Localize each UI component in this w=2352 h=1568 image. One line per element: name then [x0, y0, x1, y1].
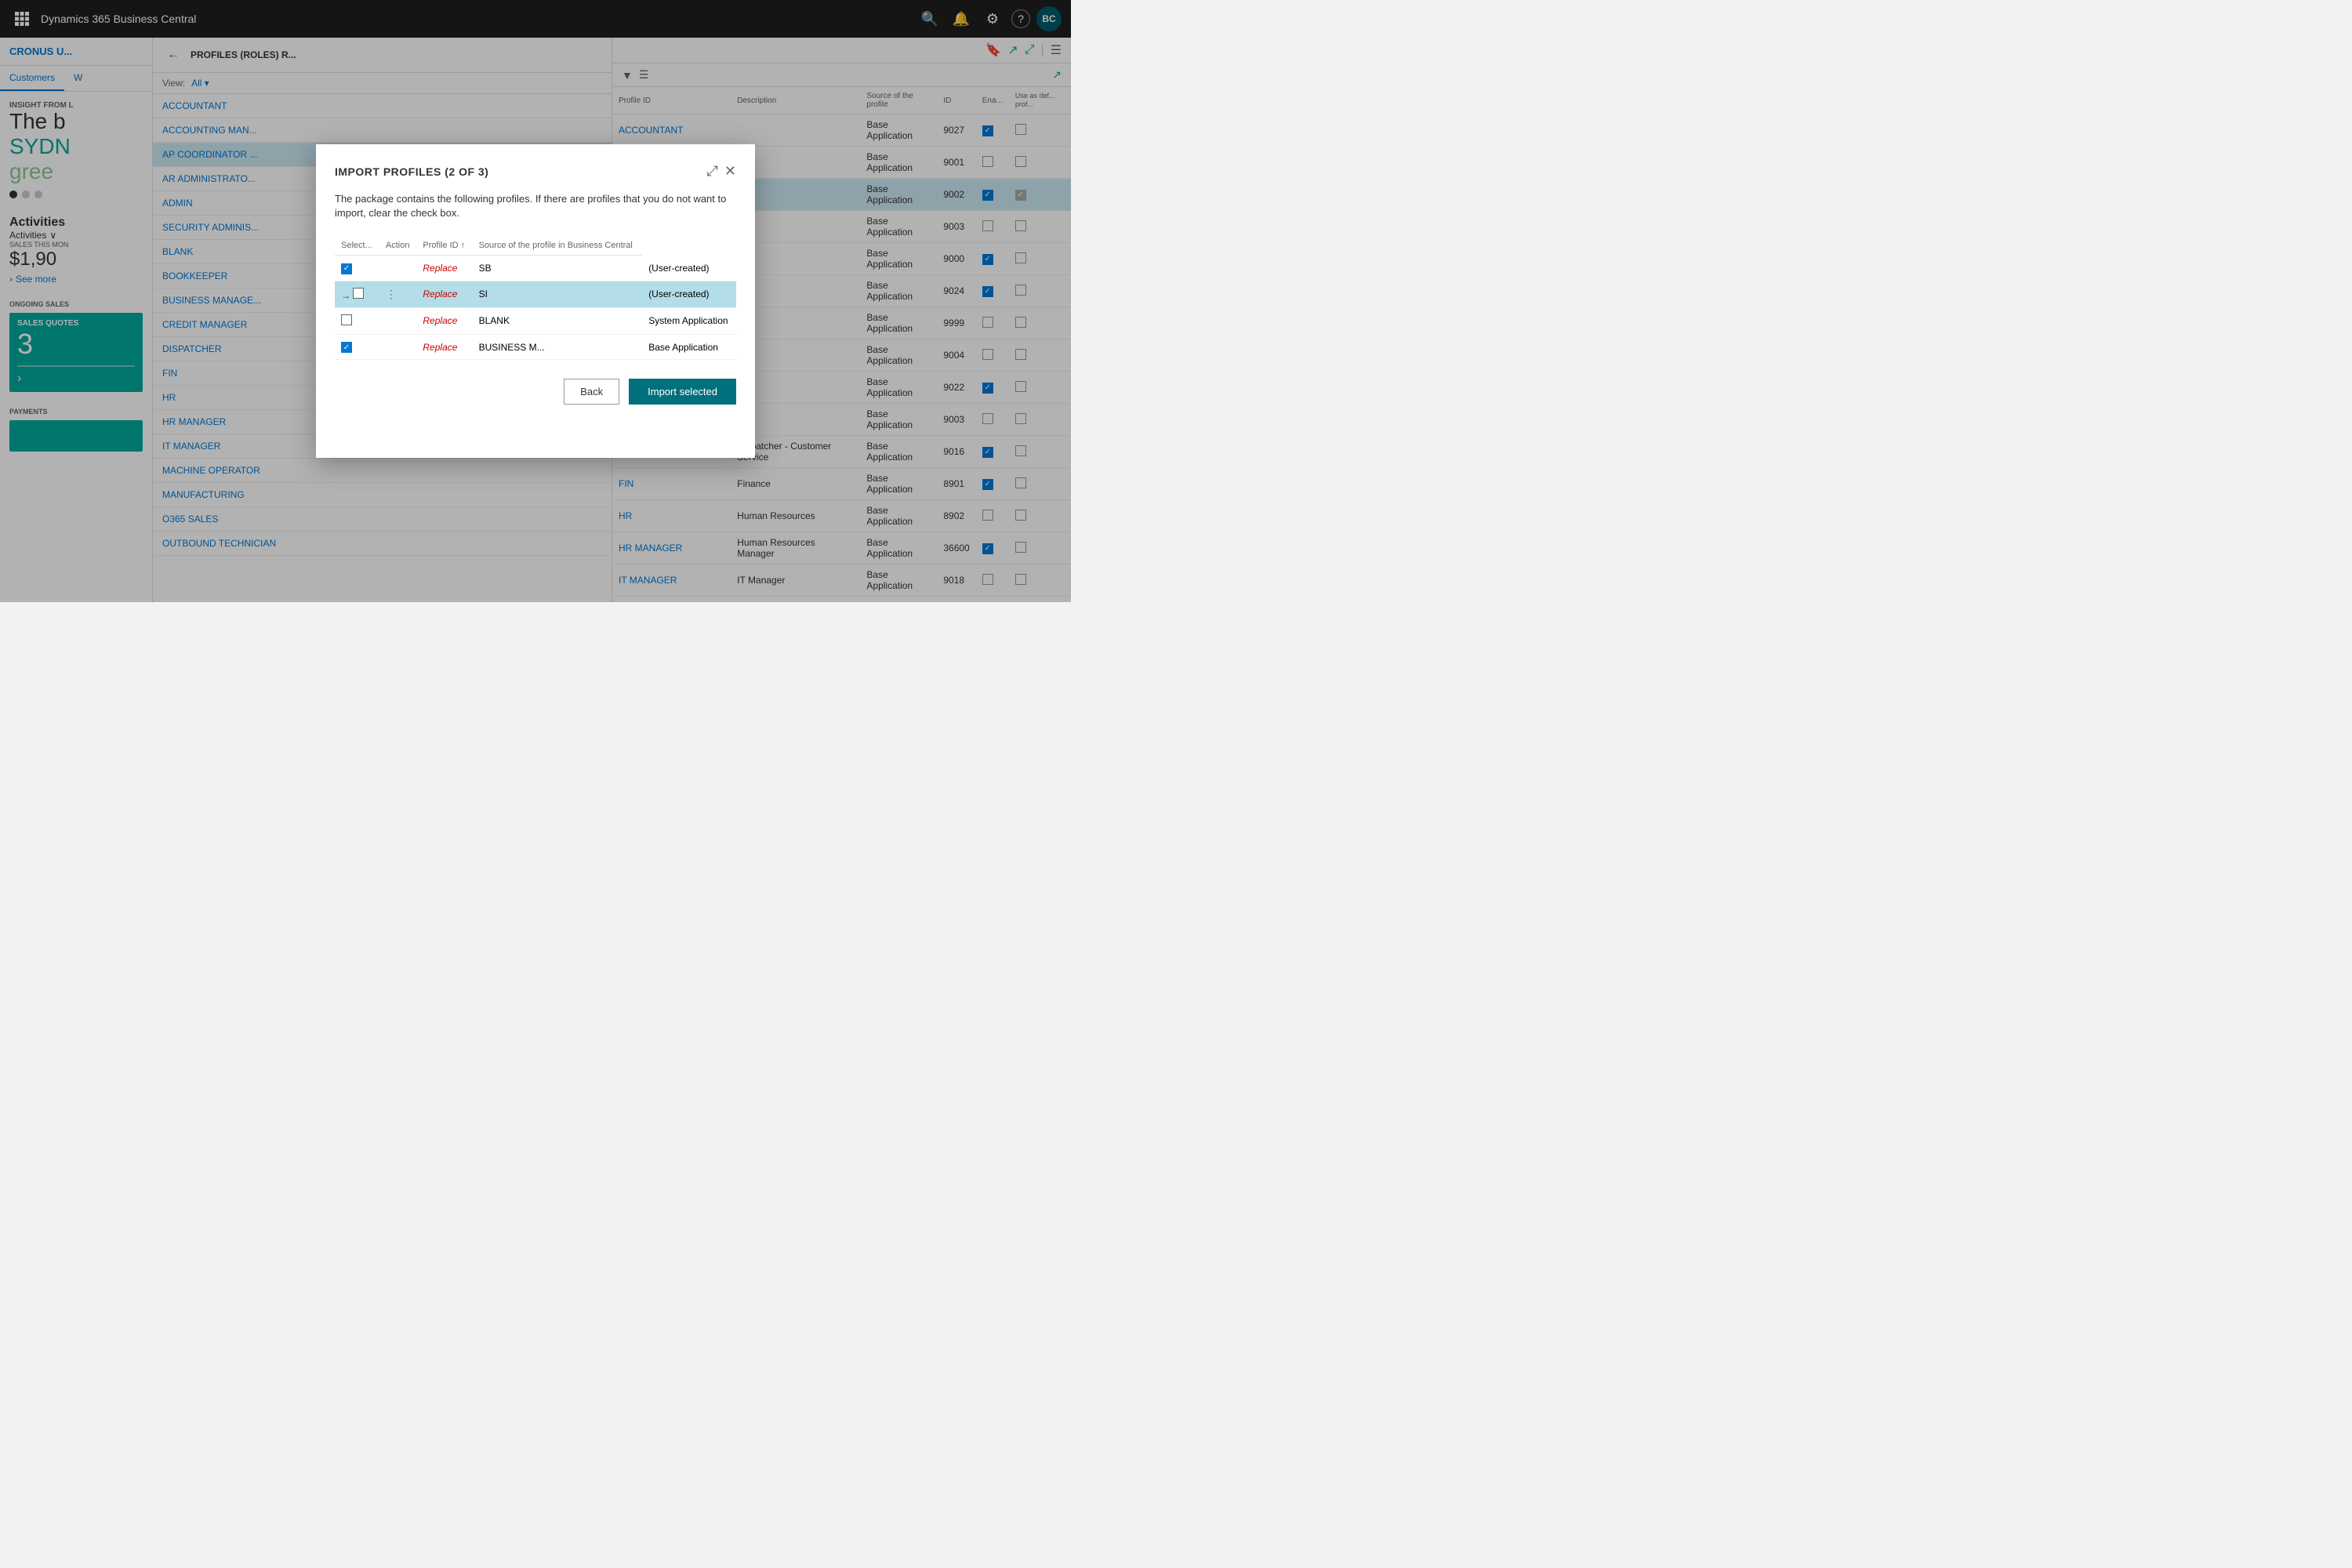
action-replace-label[interactable]: Replace	[423, 289, 457, 299]
modal-cell-profile-id: SI	[473, 281, 643, 307]
modal-cell-profile-id: BLANK	[473, 307, 643, 334]
modal-header: IMPORT PROFILES (2 OF 3) ⤢ ✕	[335, 163, 736, 180]
action-replace-label[interactable]: Replace	[423, 342, 457, 353]
modal-table-row[interactable]: Replace BLANK System Application	[335, 307, 736, 334]
modal-cell-dots: ⋮	[379, 281, 417, 307]
modal-cell-select	[335, 307, 379, 334]
modal-cell-source: Base Application	[642, 334, 736, 360]
modal-cell-action: Replace	[416, 281, 472, 307]
modal-close-button[interactable]: ✕	[724, 163, 736, 180]
context-menu-icon[interactable]: ⋮	[386, 288, 397, 300]
action-replace-label[interactable]: Replace	[423, 263, 457, 274]
modal-cell-action: Replace	[416, 256, 472, 281]
back-button-modal[interactable]: Back	[564, 379, 619, 405]
modal-cell-dots	[379, 307, 417, 334]
modal-actions: ⤢ ✕	[707, 163, 737, 180]
modal-footer: Back Import selected	[335, 379, 736, 405]
modal-table-row[interactable]: ✓ Replace BUSINESS M... Base Application	[335, 334, 736, 360]
modal-cell-dots	[379, 334, 417, 360]
modal-table-row[interactable]: ✓ Replace SB (User-created)	[335, 256, 736, 281]
modal-col-action: Action	[379, 236, 417, 256]
modal-col-select: Select...	[335, 236, 379, 256]
modal-cell-profile-id: BUSINESS M...	[473, 334, 643, 360]
modal-overlay: IMPORT PROFILES (2 OF 3) ⤢ ✕ The package…	[0, 0, 1071, 602]
modal-title: IMPORT PROFILES (2 OF 3)	[335, 165, 488, 178]
modal-description: The package contains the following profi…	[335, 192, 736, 220]
import-selected-button[interactable]: Import selected	[629, 379, 736, 405]
modal-cell-select: →	[335, 281, 379, 307]
modal-cell-action: Replace	[416, 334, 472, 360]
select-checkbox[interactable]: ✓	[341, 342, 352, 353]
modal-cell-select: ✓	[335, 334, 379, 360]
modal-table-row[interactable]: → ⋮ Replace SI (User-created)	[335, 281, 736, 307]
select-checkbox[interactable]	[353, 288, 364, 299]
import-profiles-modal: IMPORT PROFILES (2 OF 3) ⤢ ✕ The package…	[316, 144, 755, 458]
action-replace-label[interactable]: Replace	[423, 315, 457, 326]
modal-cell-select: ✓	[335, 256, 379, 281]
modal-expand-button[interactable]: ⤢	[707, 163, 718, 180]
modal-col-source: Source of the profile in Business Centra…	[473, 236, 643, 256]
row-arrow-icon: →	[341, 290, 350, 301]
modal-cell-dots	[379, 256, 417, 281]
select-checkbox[interactable]: ✓	[341, 263, 352, 274]
modal-cell-source: System Application	[642, 307, 736, 334]
modal-cell-action: Replace	[416, 307, 472, 334]
modal-cell-source: (User-created)	[642, 281, 736, 307]
modal-col-profile-id: Profile ID ↑	[416, 236, 472, 256]
modal-cell-profile-id: SB	[473, 256, 643, 281]
modal-profiles-table: Select... Action Profile ID ↑ Source of …	[335, 236, 736, 360]
modal-cell-source: (User-created)	[642, 256, 736, 281]
select-checkbox[interactable]	[341, 314, 352, 325]
